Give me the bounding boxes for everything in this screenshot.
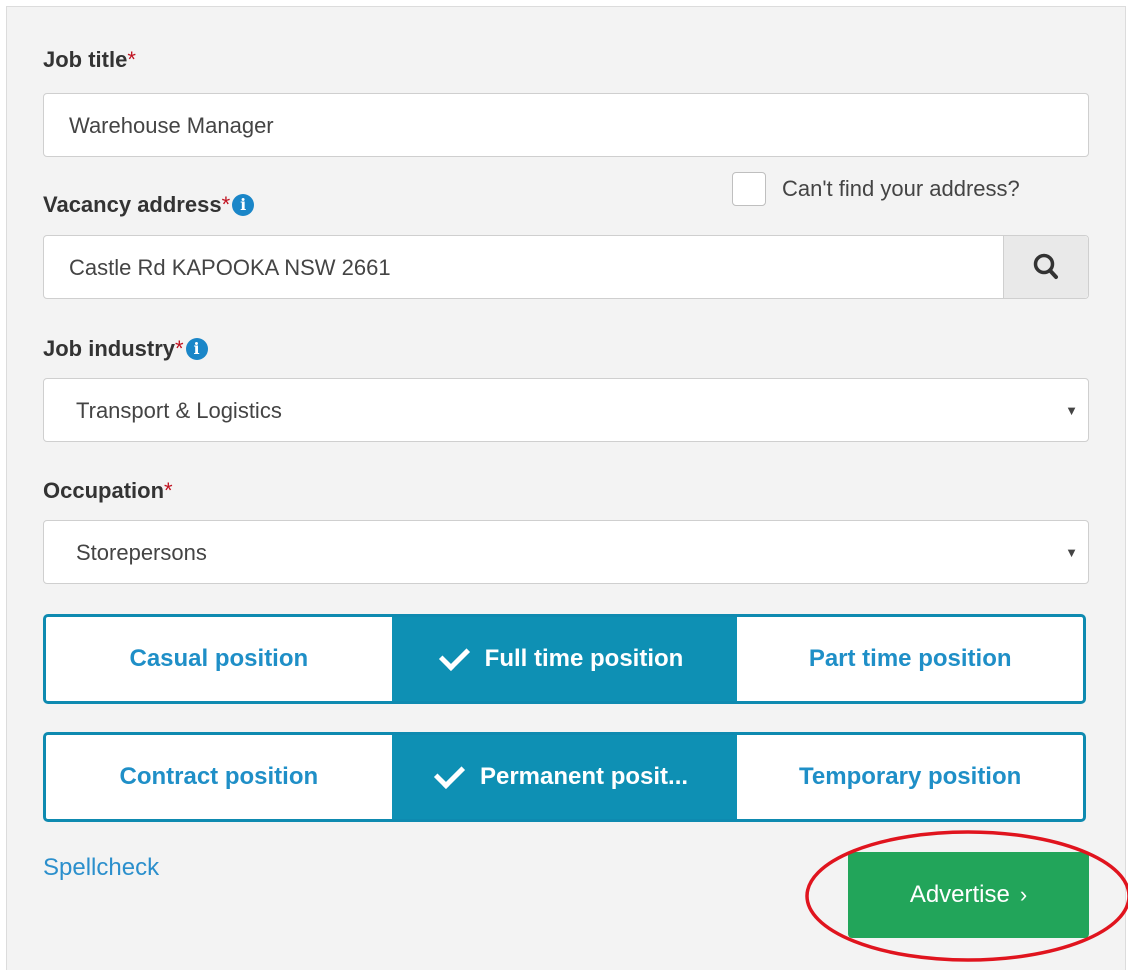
contract-position-option[interactable]: Contract position (46, 735, 392, 819)
casual-position-option[interactable]: Casual position (46, 617, 392, 701)
cant-find-address-label: Can't find your address? (782, 176, 1020, 201)
chevron-down-icon: ▼ (1065, 545, 1078, 560)
search-icon (1033, 253, 1058, 279)
full-time-position-option[interactable]: Full time position (391, 617, 738, 701)
option-label: Temporary position (799, 763, 1022, 790)
part-time-position-option[interactable]: Part time position (737, 617, 1083, 701)
job-industry-select[interactable]: Transport & Logistics ▼ (43, 378, 1089, 442)
info-icon[interactable]: i (232, 194, 255, 216)
address-search-button[interactable] (1003, 236, 1088, 298)
required-mark: * (175, 336, 184, 361)
occupation-label: Occupation* (43, 478, 173, 503)
required-mark: * (221, 192, 231, 217)
occupation-value: Storepersons (76, 540, 207, 565)
job-title-input[interactable]: Warehouse Manager (43, 93, 1089, 157)
vacancy-address-input[interactable]: Castle Rd KAPOOKA NSW 2661 (43, 235, 1089, 299)
annotation-circle (805, 830, 1128, 962)
spellcheck-link[interactable]: Spellcheck (43, 854, 159, 882)
vacancy-address-value: Castle Rd KAPOOKA NSW 2661 (69, 255, 391, 280)
chevron-down-icon: ▼ (1065, 403, 1078, 418)
temporary-position-option[interactable]: Temporary position (737, 735, 1083, 819)
required-mark: * (127, 47, 136, 72)
job-industry-value: Transport & Logistics (76, 398, 282, 423)
cant-find-address-checkbox[interactable] (732, 172, 766, 206)
permanent-position-option[interactable]: Permanent posit... (391, 735, 738, 819)
option-label: Permanent posit... (479, 763, 689, 790)
option-label: Contract position (119, 763, 319, 790)
checkmark-icon (433, 757, 466, 789)
option-label: Part time position (808, 645, 1012, 672)
vacancy-address-label: Vacancy address* i (43, 192, 255, 218)
info-icon[interactable]: i (185, 338, 208, 360)
position-hours-toggle: Casual position Full time position Part … (43, 614, 1086, 704)
occupation-select[interactable]: Storepersons ▼ (43, 520, 1089, 584)
position-type-toggle: Contract position Permanent posit... Tem… (43, 732, 1086, 822)
required-mark: * (164, 478, 173, 503)
job-industry-label: Job industry* i (43, 336, 208, 362)
checkmark-icon (438, 639, 470, 671)
option-label: Full time position (484, 645, 684, 672)
option-label: Casual position (129, 645, 309, 672)
job-title-value: Warehouse Manager (69, 113, 274, 138)
job-title-label: Job title* (43, 47, 136, 72)
